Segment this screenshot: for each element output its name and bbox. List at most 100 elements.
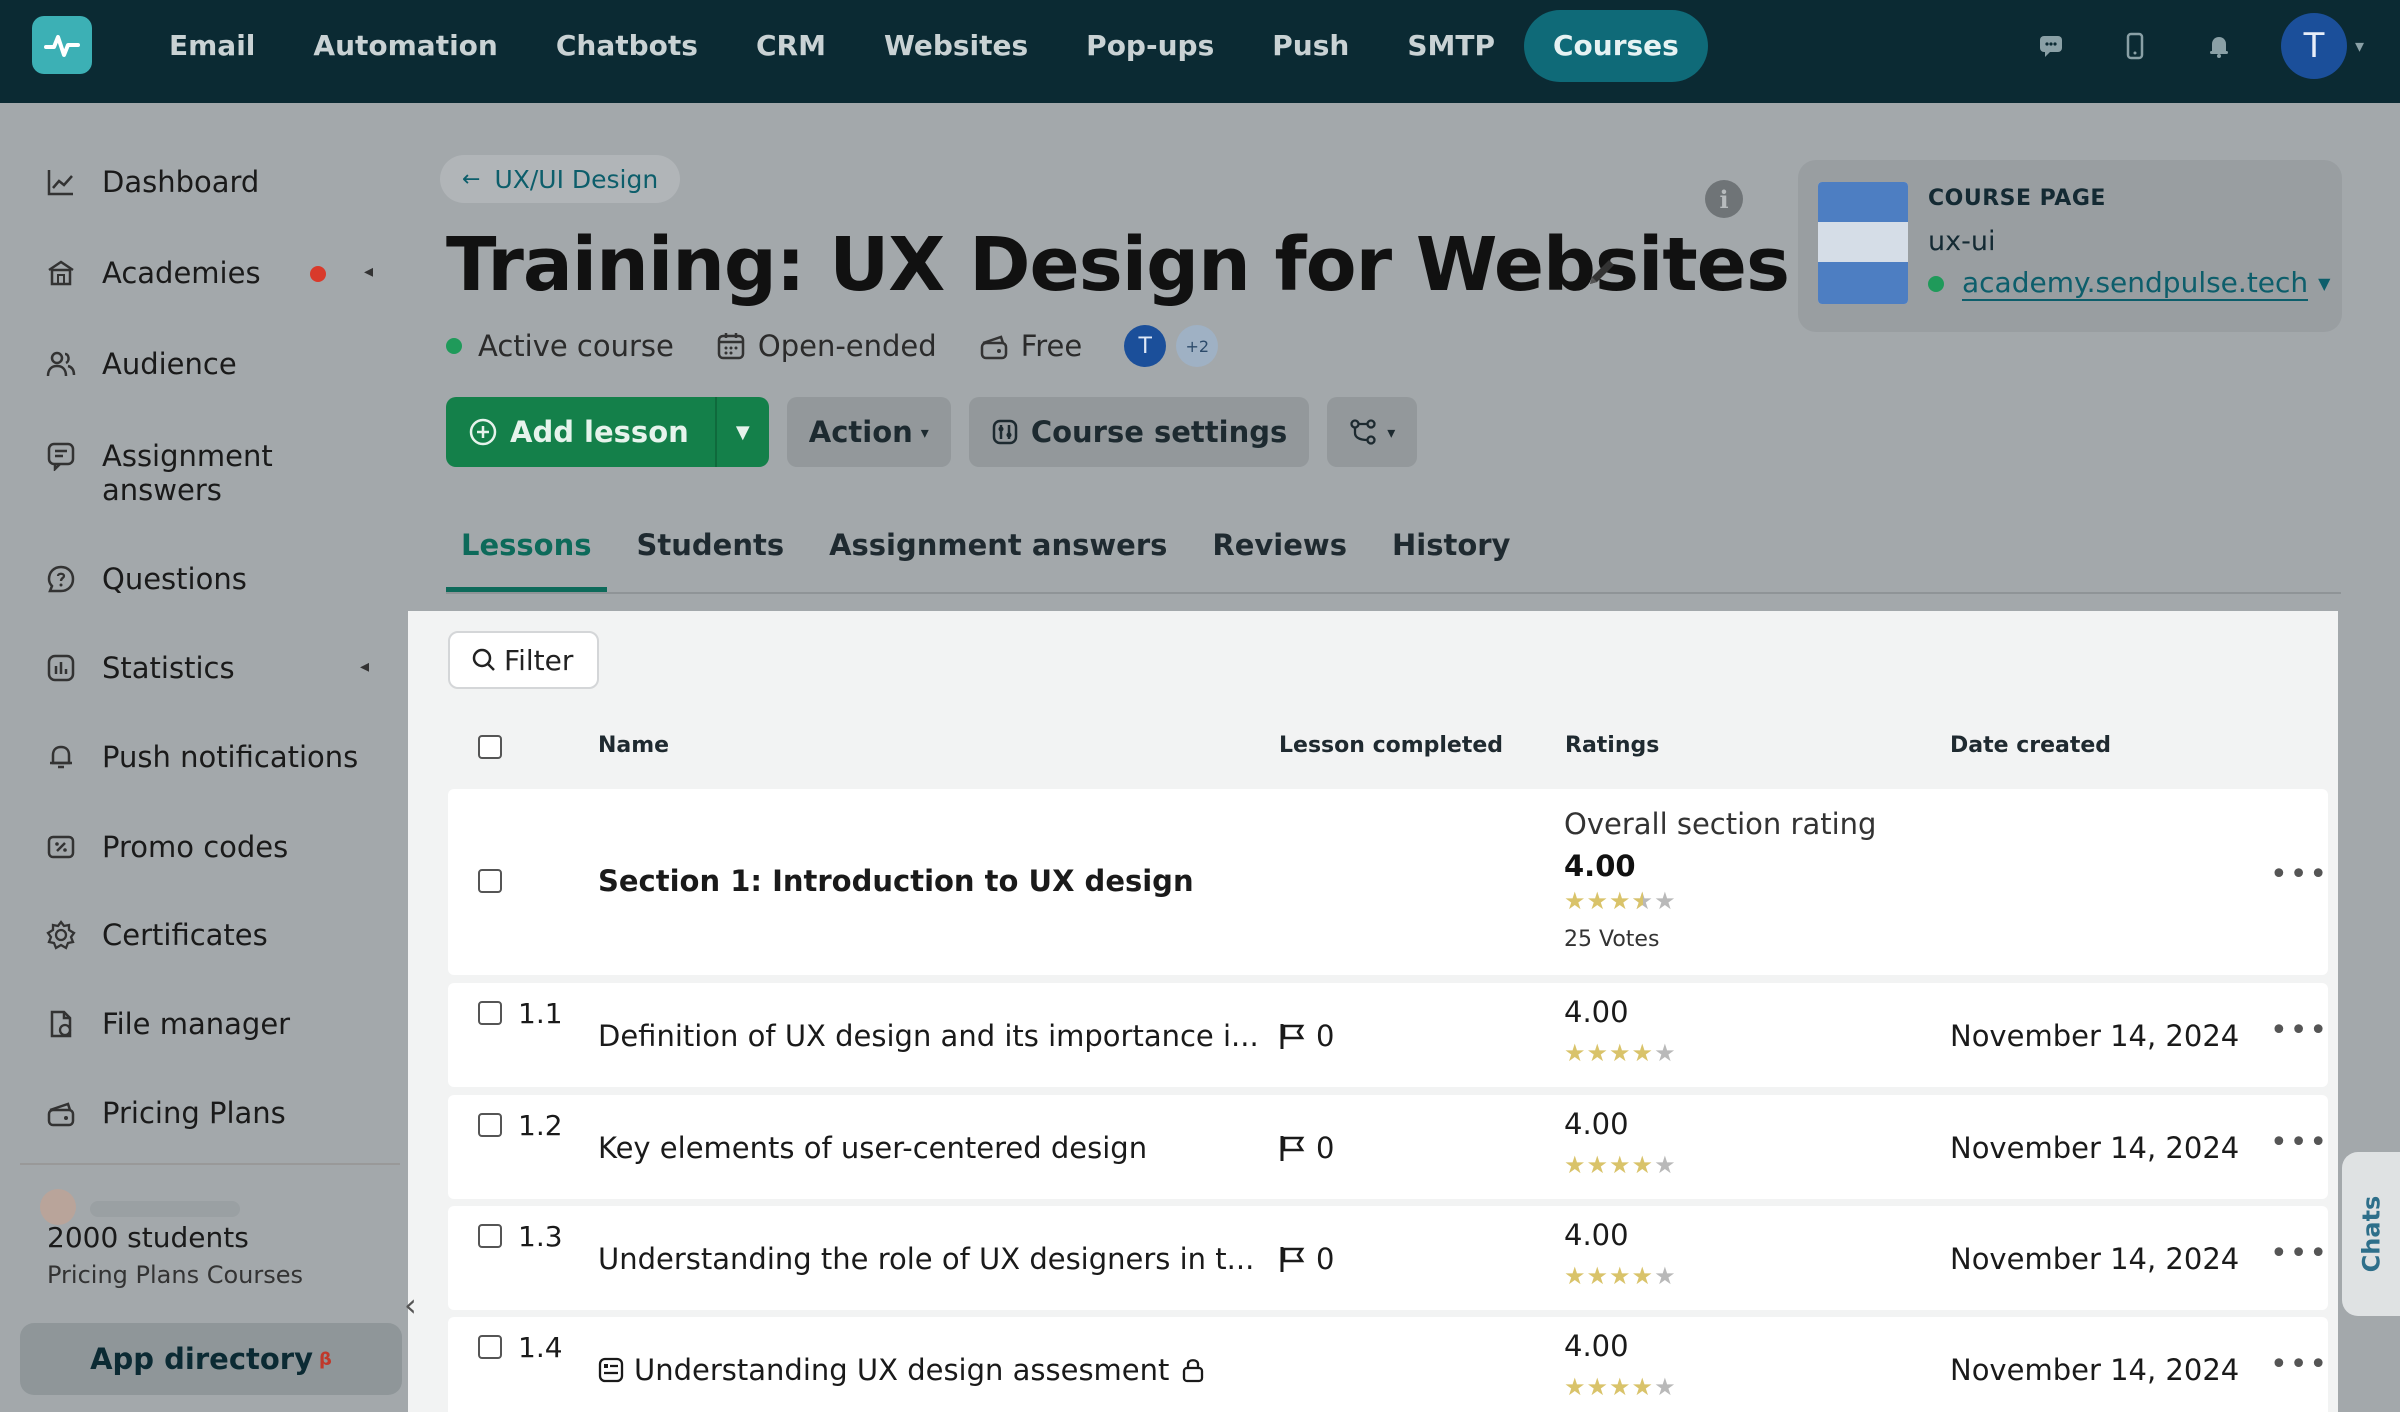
course-page-url[interactable]: academy.sendpulse.tech [1962,266,2309,301]
more-options-icon[interactable]: ••• [2270,857,2329,892]
sendpulse-logo-icon[interactable] [32,16,92,74]
course-page-thumbnail[interactable] [1818,182,1908,304]
breadcrumb-label: UX/UI Design [494,164,659,194]
lesson-name[interactable]: Understanding UX design assesment [634,1353,1169,1387]
row-checkbox[interactable] [478,1224,502,1248]
students-plan[interactable]: Pricing Plans Courses [47,1261,303,1289]
breadcrumb[interactable]: ← UX/UI Design [440,155,681,203]
row-checkbox[interactable] [478,1001,502,1025]
table-row[interactable]: 1.2 Key elements of user-centered design… [448,1095,2328,1199]
academy-icon [44,256,78,290]
calendar-icon [716,331,746,361]
sidebar-item-statistics[interactable]: Statistics [44,651,235,685]
tab-history[interactable]: History [1377,520,1525,592]
lessons-panel: Filter Name Lesson completed Ratings Dat… [408,611,2338,1412]
column-lesson-completed[interactable]: Lesson completed [1279,733,1503,758]
main-nav: Email Automation Chatbots CRM Websites P… [140,10,1708,82]
select-all-checkbox[interactable] [478,735,502,759]
extra-members-badge[interactable]: +2 [1176,325,1219,367]
row-checkbox[interactable] [478,1335,502,1359]
sidebar-item-label: Push notifications [102,740,359,774]
lesson-name[interactable]: Definition of UX design and its importan… [598,1019,1259,1053]
nav-popups[interactable]: Pop-ups [1057,10,1243,82]
course-settings-button[interactable]: Course settings [968,397,1310,467]
sidebar-item-promo-codes[interactable]: Promo codes [44,830,288,864]
section-votes: 25 Votes [1564,927,1660,952]
flow-menu-button[interactable]: ▾ [1327,397,1418,467]
nav-automation[interactable]: Automation [284,10,526,82]
account-name-blurred [90,1201,240,1217]
more-options-icon[interactable]: ••• [2270,1013,2329,1048]
sidebar-item-questions[interactable]: Questions [44,562,247,596]
pencil-icon[interactable] [1585,255,1619,293]
sidebar-item-certificates[interactable]: Certificates [44,918,268,952]
lesson-rating: 4.00 [1564,995,1629,1029]
course-meta: Active course Open-ended Free T +2 [446,325,1219,367]
sidebar-item-pricing-plans[interactable]: Pricing Plans [44,1096,286,1130]
bell-icon[interactable] [2177,12,2261,80]
table-row[interactable]: 1.4 Understanding UX design assesment 4.… [448,1317,2328,1412]
sidebar-item-label: Statistics [102,651,235,685]
collapse-sidebar-icon[interactable]: ‹ [404,1286,417,1324]
lesson-date: November 14, 2024 [1950,1019,2240,1053]
user-avatar[interactable]: T [2280,13,2347,79]
duration-label: Open-ended [757,329,937,363]
plus-circle-icon [468,417,498,447]
tab-lessons[interactable]: Lessons [446,520,607,592]
lesson-name[interactable]: Understanding the role of UX designers i… [598,1242,1254,1276]
nav-courses[interactable]: Courses [1523,10,1708,82]
chat-icon[interactable] [2009,12,2093,80]
more-options-icon[interactable]: ••• [2270,1347,2329,1382]
member-avatar[interactable]: T [1124,325,1167,367]
more-options-icon[interactable]: ••• [2270,1125,2329,1160]
tab-students[interactable]: Students [622,520,800,592]
sidebar-item-label: Dashboard [102,165,260,199]
table-row[interactable]: 1.3 Understanding the role of UX designe… [448,1206,2328,1310]
add-lesson-dropdown-button[interactable]: ▼ [717,422,769,443]
filter-button[interactable]: Filter [448,631,600,689]
sidebar-item-label: Pricing Plans [102,1096,286,1130]
info-icon[interactable]: i [1705,180,1743,218]
students-count[interactable]: 2000 students [47,1221,249,1254]
section-name[interactable]: Section 1: Introduction to UX design [598,864,1194,898]
nav-crm[interactable]: CRM [727,10,855,82]
filter-label: Filter [504,643,574,677]
chevron-down-icon[interactable]: ▼ [2318,274,2330,293]
sidebar-item-push-notifications[interactable]: Push notifications [44,740,358,774]
sidebar-item-assignment-answers[interactable]: Assignment answers [44,439,302,507]
lesson-name[interactable]: Key elements of user-centered design [598,1131,1147,1165]
lesson-completed: 0 [1278,1019,1334,1053]
add-lesson-button[interactable]: Add lesson [446,397,717,467]
column-name[interactable]: Name [598,733,669,758]
tab-reviews[interactable]: Reviews [1197,520,1362,592]
wallet-icon [979,331,1009,361]
column-ratings[interactable]: Ratings [1565,733,1659,758]
course-page-link[interactable]: academy.sendpulse.tech ▼ [1928,266,2330,301]
section-row[interactable]: Section 1: Introduction to UX design Ove… [448,789,2328,975]
more-options-icon[interactable]: ••• [2270,1236,2329,1271]
nav-websites[interactable]: Websites [855,10,1057,82]
lesson-name-container[interactable]: Understanding UX design assesment [598,1353,1205,1387]
sidebar-item-academies[interactable]: Academies [44,256,261,290]
lesson-rating-stars: ★★★★★ [1564,1373,1677,1401]
mobile-icon[interactable] [2093,12,2177,80]
row-checkbox[interactable] [478,1113,502,1137]
table-row[interactable]: 1.1 Definition of UX design and its impo… [448,983,2328,1087]
chevron-down-icon[interactable]: ▾ [2355,36,2364,57]
status-dot [1928,275,1944,292]
action-button[interactable]: Action ▾ [786,397,951,467]
row-checkbox[interactable] [478,869,502,893]
nav-smtp[interactable]: SMTP [1378,10,1524,82]
app-directory-button[interactable]: App directory β [20,1323,402,1395]
column-date-created[interactable]: Date created [1950,733,2111,758]
chats-tab[interactable]: Chats [2342,1152,2400,1316]
chevron-left-icon[interactable]: ◂ [364,261,373,282]
sidebar-item-audience[interactable]: Audience [44,347,237,381]
chevron-left-icon[interactable]: ◂ [360,656,369,677]
nav-chatbots[interactable]: Chatbots [527,10,727,82]
tab-assignment-answers[interactable]: Assignment answers [814,520,1182,592]
sidebar-item-file-manager[interactable]: File manager [44,1007,290,1041]
nav-push[interactable]: Push [1243,10,1378,82]
nav-email[interactable]: Email [140,10,284,82]
sidebar-item-dashboard[interactable]: Dashboard [44,165,259,199]
